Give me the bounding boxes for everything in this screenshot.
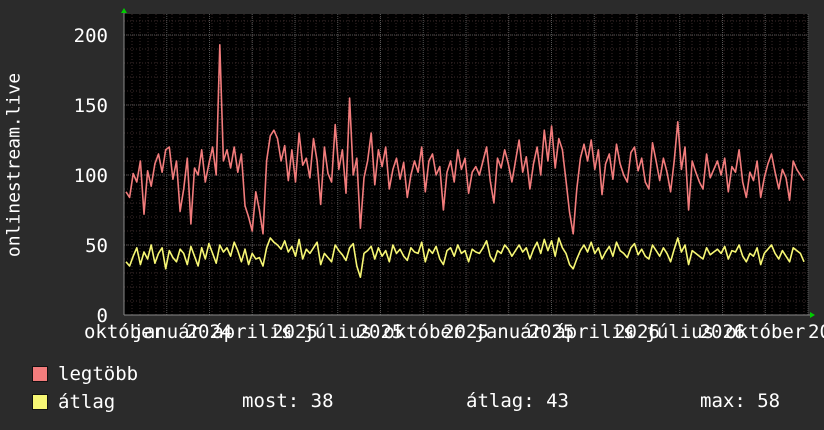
legend-label-atlag: átlag	[58, 391, 116, 413]
atlag-swatch	[32, 394, 48, 410]
line-chart: 050100150200októberjanuár2024április2025…	[74, 8, 824, 343]
legend-item-atlag: átlag	[32, 391, 115, 413]
legend-label-legtobb: legtöbb	[58, 363, 139, 385]
y-axis-label: onlinestream.live	[3, 72, 25, 258]
y-axis-arrow	[121, 8, 127, 13]
legtobb-swatch	[32, 366, 48, 382]
x-axis-arrow	[810, 312, 815, 318]
y-tick-label: 100	[74, 165, 108, 187]
chart-panel: 0 50 100 150 200 október január 2024 április 2025…	[0, 0, 824, 430]
stat-average: átlag: 43	[466, 390, 569, 412]
x-tick-label: október	[725, 321, 805, 343]
y-tick-label: 150	[74, 95, 108, 117]
stat-current: most: 38	[242, 390, 334, 412]
y-tick-label: 50	[85, 235, 108, 257]
legend-item-legtobb: legtöbb	[32, 363, 138, 385]
y-tick-label: 200	[74, 25, 108, 47]
x-tick-label: 20	[808, 321, 824, 343]
stat-max: max: 58	[700, 390, 781, 412]
